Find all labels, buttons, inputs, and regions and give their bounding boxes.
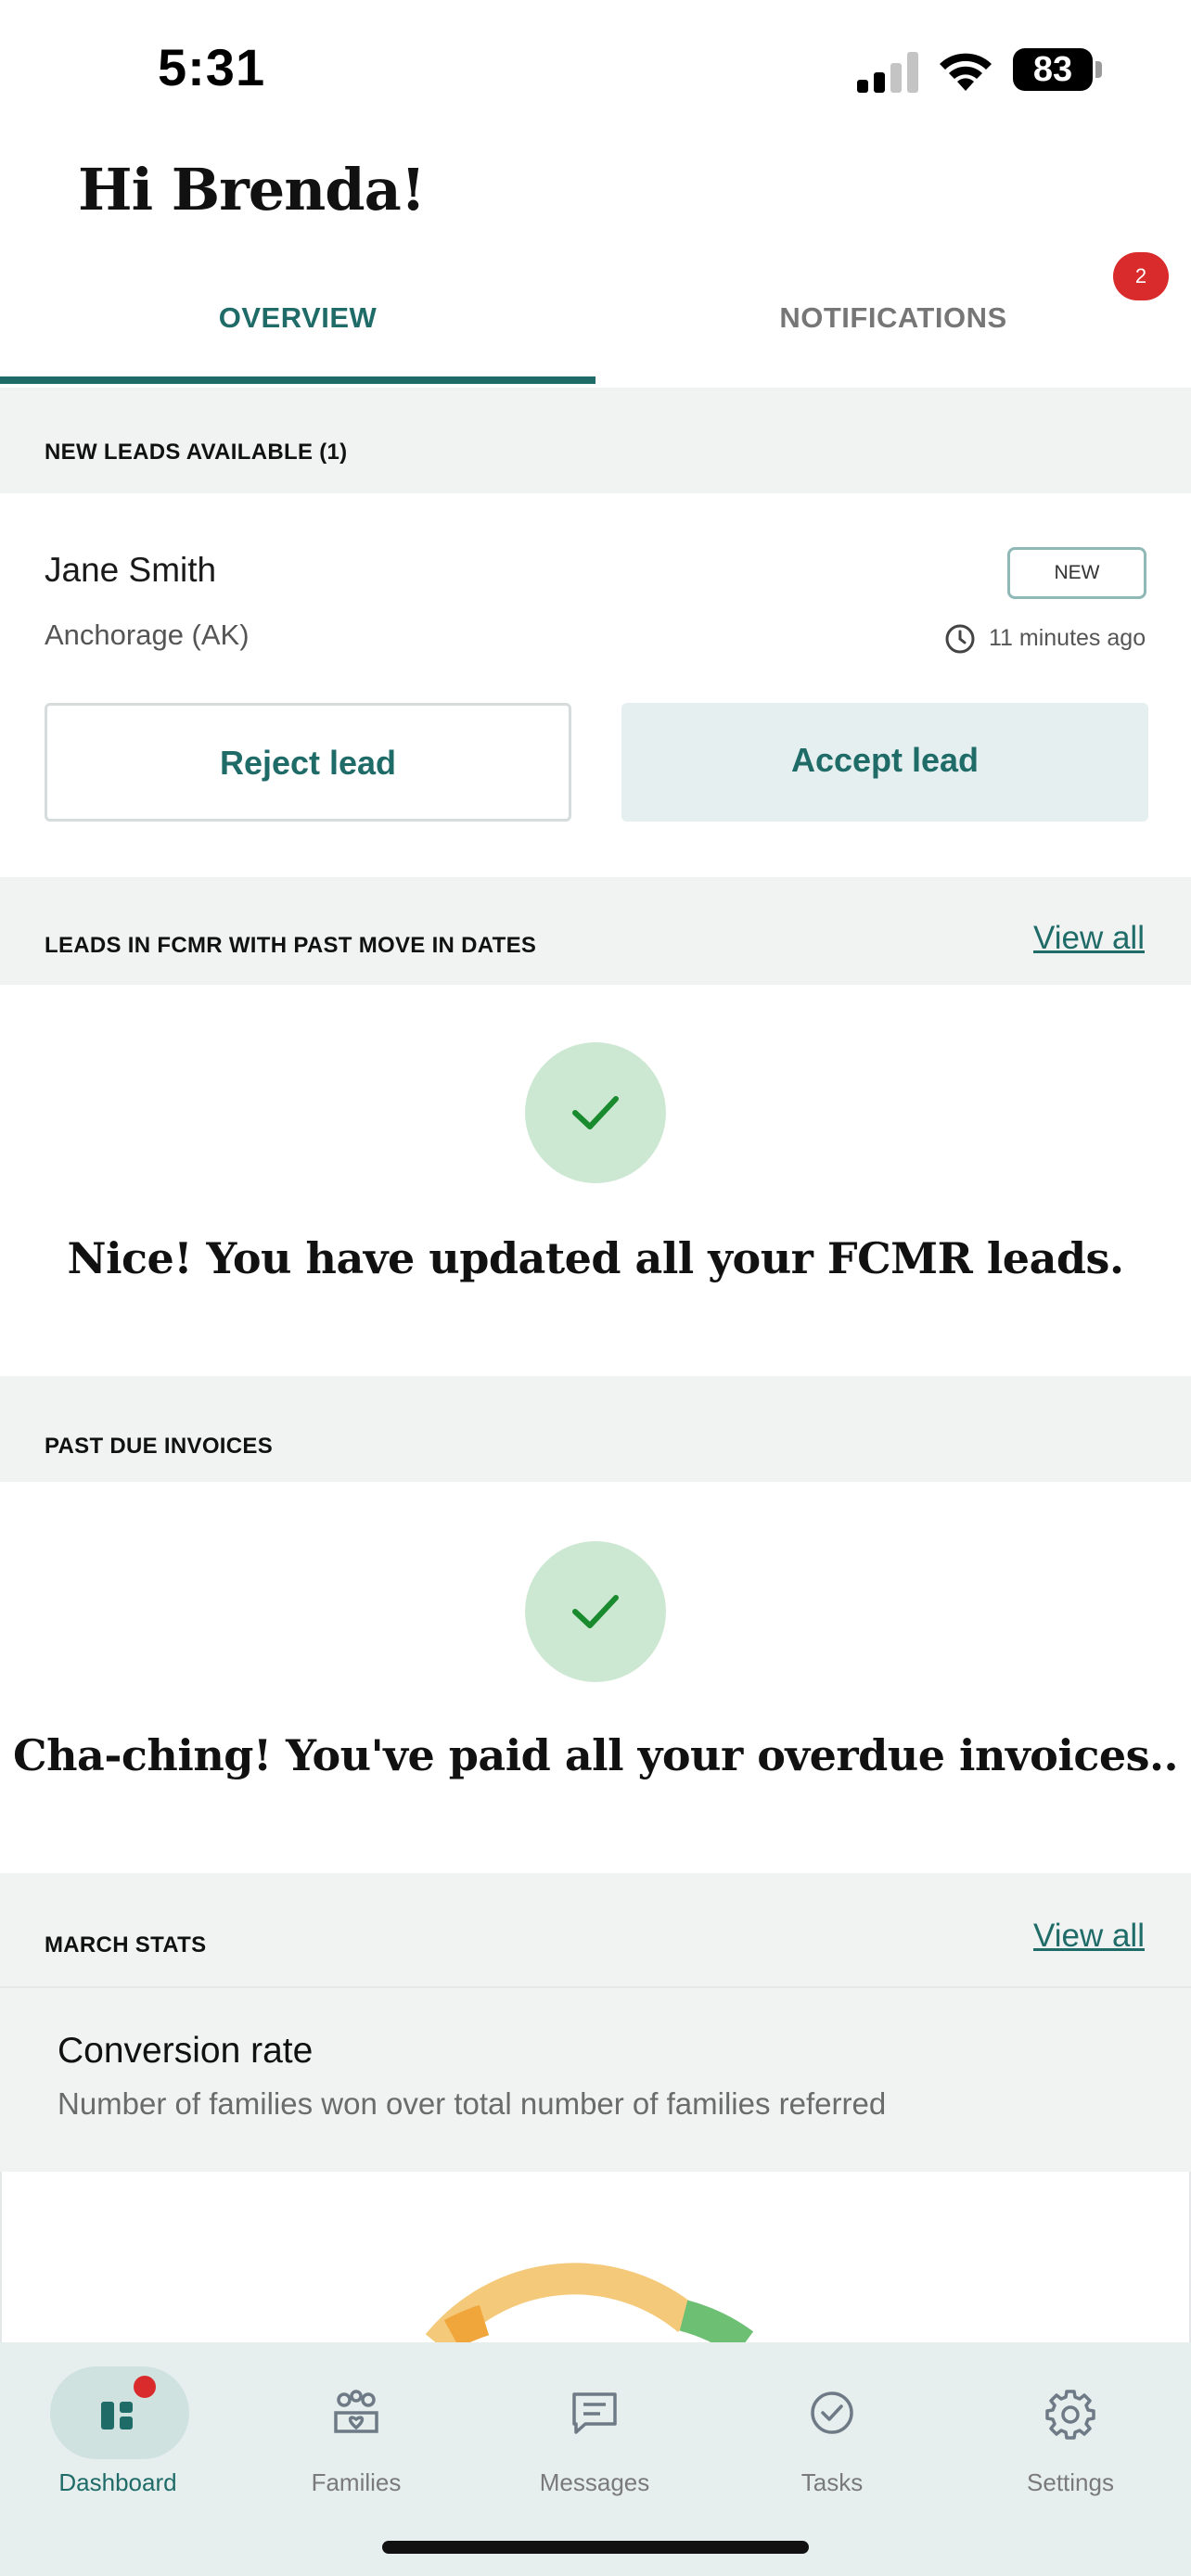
invoices-header: PAST DUE INVOICES bbox=[0, 1376, 1191, 1482]
invoices-success-message: Cha-ching! You've paid all your overdue … bbox=[12, 1730, 1179, 1780]
nav-messages[interactable]: Messages bbox=[502, 2366, 687, 2515]
nav-label: Tasks bbox=[800, 2468, 864, 2496]
top-tabs: OVERVIEW NOTIFICATIONS bbox=[0, 274, 1191, 388]
tab-overview[interactable]: OVERVIEW bbox=[0, 274, 596, 388]
new-leads-header: NEW LEADS AVAILABLE (1) bbox=[0, 388, 1191, 493]
clock-icon bbox=[945, 624, 975, 654]
accept-lead-button[interactable]: Accept lead bbox=[621, 703, 1148, 822]
nav-label: Messages bbox=[539, 2468, 650, 2496]
nav-tasks[interactable]: Tasks bbox=[739, 2366, 925, 2515]
dashboard-alert-dot bbox=[134, 2376, 156, 2398]
nav-label: Dashboard bbox=[58, 2468, 177, 2496]
invoices-title: PAST DUE INVOICES bbox=[45, 1434, 274, 1459]
fcmr-view-all-link[interactable]: View all bbox=[1033, 920, 1145, 957]
tasks-icon bbox=[795, 2376, 869, 2450]
battery-icon: 83 bbox=[1013, 48, 1102, 91]
messages-icon bbox=[557, 2376, 632, 2450]
status-bar: 5:31 83 bbox=[0, 0, 1191, 139]
stats-title: MARCH STATS bbox=[45, 1932, 207, 1958]
families-icon bbox=[319, 2376, 393, 2450]
lead-location: Anchorage (AK) bbox=[45, 618, 250, 651]
lead-name: Jane Smith bbox=[45, 551, 217, 589]
conversion-gauge bbox=[425, 2263, 754, 2344]
lead-time-ago: 11 minutes ago bbox=[989, 625, 1146, 651]
fcmr-header: LEADS IN FCMR WITH PAST MOVE IN DATES Vi… bbox=[0, 877, 1191, 985]
tab-notifications[interactable]: NOTIFICATIONS bbox=[596, 274, 1191, 388]
fcmr-success-message: Nice! You have updated all your FCMR lea… bbox=[67, 1233, 1124, 1283]
conversion-gauge-area bbox=[0, 2172, 1191, 2344]
fcmr-title: LEADS IN FCMR WITH PAST MOVE IN DATES bbox=[45, 933, 537, 958]
conversion-rate-title: Conversion rate bbox=[58, 2031, 314, 2071]
reject-lead-button[interactable]: Reject lead bbox=[45, 703, 571, 822]
battery-level: 83 bbox=[1013, 48, 1093, 91]
nav-label: Settings bbox=[1027, 2468, 1114, 2496]
conversion-rate-description: Number of families won over total number… bbox=[58, 2086, 887, 2121]
notifications-count-badge: 2 bbox=[1113, 252, 1169, 300]
nav-dashboard[interactable]: Dashboard bbox=[25, 2366, 211, 2515]
nav-label: Families bbox=[311, 2468, 402, 2496]
greeting-title: Hi Brenda! bbox=[78, 156, 426, 223]
nav-families[interactable]: Families bbox=[263, 2366, 449, 2515]
lead-status-badge: NEW bbox=[1007, 547, 1146, 599]
home-indicator[interactable] bbox=[382, 2541, 809, 2554]
wifi-icon bbox=[940, 53, 992, 91]
settings-icon bbox=[1033, 2376, 1108, 2450]
cellular-signal-icon bbox=[857, 52, 918, 93]
status-time: 5:31 bbox=[158, 38, 266, 96]
nav-settings[interactable]: Settings bbox=[978, 2366, 1163, 2515]
success-check-icon bbox=[525, 1541, 666, 1682]
active-tab-indicator bbox=[0, 376, 596, 384]
success-check-icon bbox=[525, 1042, 666, 1183]
new-leads-title: NEW LEADS AVAILABLE (1) bbox=[45, 440, 348, 465]
stats-view-all-link[interactable]: View all bbox=[1033, 1918, 1145, 1955]
conversion-rate-card bbox=[0, 1986, 1191, 2172]
stats-header: MARCH STATS View all bbox=[0, 1873, 1191, 1986]
